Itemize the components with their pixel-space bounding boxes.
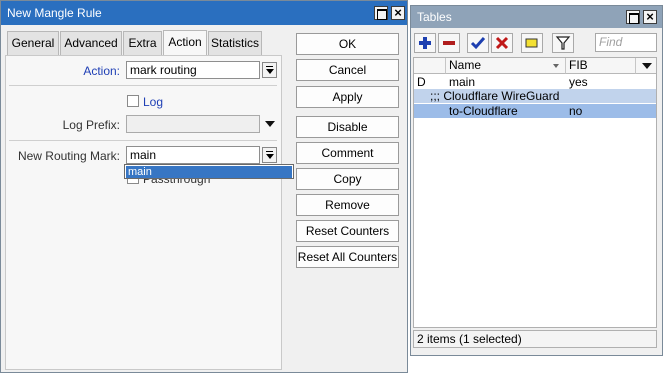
row-name: to-Cloudflare: [449, 104, 518, 118]
tab-statistics[interactable]: Statistics: [208, 31, 262, 55]
routing-mark-label: New Routing Mark:: [17, 149, 120, 163]
tab-advanced-label: Advanced: [64, 36, 118, 50]
log-prefix-label: Log Prefix:: [62, 118, 120, 132]
column-header-fib[interactable]: FIB: [566, 58, 636, 74]
divider: [9, 140, 277, 141]
enable-icon[interactable]: [467, 33, 489, 53]
table-row-comment[interactable]: ;;; Cloudflare WireGuard: [414, 89, 656, 103]
remove-button[interactable]: Remove: [296, 194, 399, 216]
routing-mark-dropdown-list: main: [124, 164, 294, 179]
status-bar: 2 items (1 selected): [413, 330, 657, 348]
mangle-rule-window: New Mangle Rule × General Advanced Extra…: [0, 0, 408, 373]
table-row[interactable]: D main yes: [414, 75, 656, 89]
tab-extra-label: Extra: [128, 36, 157, 50]
action-dropdown-icon[interactable]: [262, 62, 277, 78]
mangle-window-title: New Mangle Rule: [7, 6, 102, 20]
copy-button[interactable]: Copy: [296, 168, 399, 190]
row-comment: ;;; Cloudflare WireGuard: [430, 89, 560, 103]
action-select[interactable]: mark routing: [126, 61, 260, 79]
disable-button[interactable]: Disable: [296, 116, 399, 138]
tab-general-label: General: [11, 36, 55, 50]
row-name: main: [449, 75, 476, 89]
cancel-button[interactable]: Cancel: [296, 59, 399, 81]
column-header-flag[interactable]: [414, 58, 446, 74]
tab-statistics-label: Statistics: [210, 36, 259, 50]
tables-list: Name FIB D main yes ;;; Cloudflare WireG…: [413, 57, 657, 328]
filter-icon[interactable]: [552, 33, 574, 53]
tables-window-title: Tables: [417, 10, 452, 24]
tab-action-label: Action: [168, 35, 202, 49]
apply-button[interactable]: Apply: [296, 86, 399, 108]
tab-advanced[interactable]: Advanced: [60, 31, 122, 55]
reset-counters-button[interactable]: Reset Counters: [296, 220, 399, 242]
tab-extra[interactable]: Extra: [123, 31, 162, 55]
ok-button[interactable]: OK: [296, 33, 399, 55]
disable-icon[interactable]: [491, 33, 513, 53]
add-icon[interactable]: [414, 33, 436, 53]
table-row-selected[interactable]: to-Cloudflare no: [414, 104, 656, 118]
comment-icon[interactable]: [521, 33, 543, 53]
remove-icon[interactable]: [438, 33, 460, 53]
tables-window-titlebar[interactable]: Tables: [411, 6, 662, 28]
tab-general[interactable]: General: [7, 31, 59, 55]
column-chooser-icon[interactable]: [642, 63, 652, 69]
maximize-icon[interactable]: [374, 6, 388, 20]
tab-action[interactable]: Action: [163, 30, 207, 56]
row-fib: yes: [569, 75, 588, 89]
close-icon[interactable]: ×: [391, 6, 405, 20]
routing-mark-input[interactable]: main: [126, 146, 260, 164]
column-sort-icon: [553, 64, 559, 68]
divider: [9, 85, 277, 86]
close-icon[interactable]: ×: [643, 10, 657, 24]
row-flag: D: [417, 75, 426, 89]
action-label: Action:: [83, 64, 120, 78]
dropdown-option-main[interactable]: main: [126, 166, 292, 178]
find-input[interactable]: Find: [595, 33, 657, 52]
reset-all-counters-button[interactable]: Reset All Counters: [296, 246, 399, 268]
log-prefix-dropdown-icon[interactable]: [265, 121, 275, 127]
maximize-icon[interactable]: [626, 10, 640, 24]
column-header-name[interactable]: Name: [446, 58, 566, 74]
row-fib: no: [569, 104, 583, 118]
comment-button[interactable]: Comment: [296, 142, 399, 164]
mangle-window-titlebar[interactable]: New Mangle Rule: [1, 1, 407, 25]
log-checkbox[interactable]: [127, 95, 139, 107]
log-prefix-input[interactable]: [126, 115, 260, 133]
routing-mark-dropdown-icon[interactable]: [262, 147, 277, 163]
log-label: Log: [143, 95, 164, 109]
